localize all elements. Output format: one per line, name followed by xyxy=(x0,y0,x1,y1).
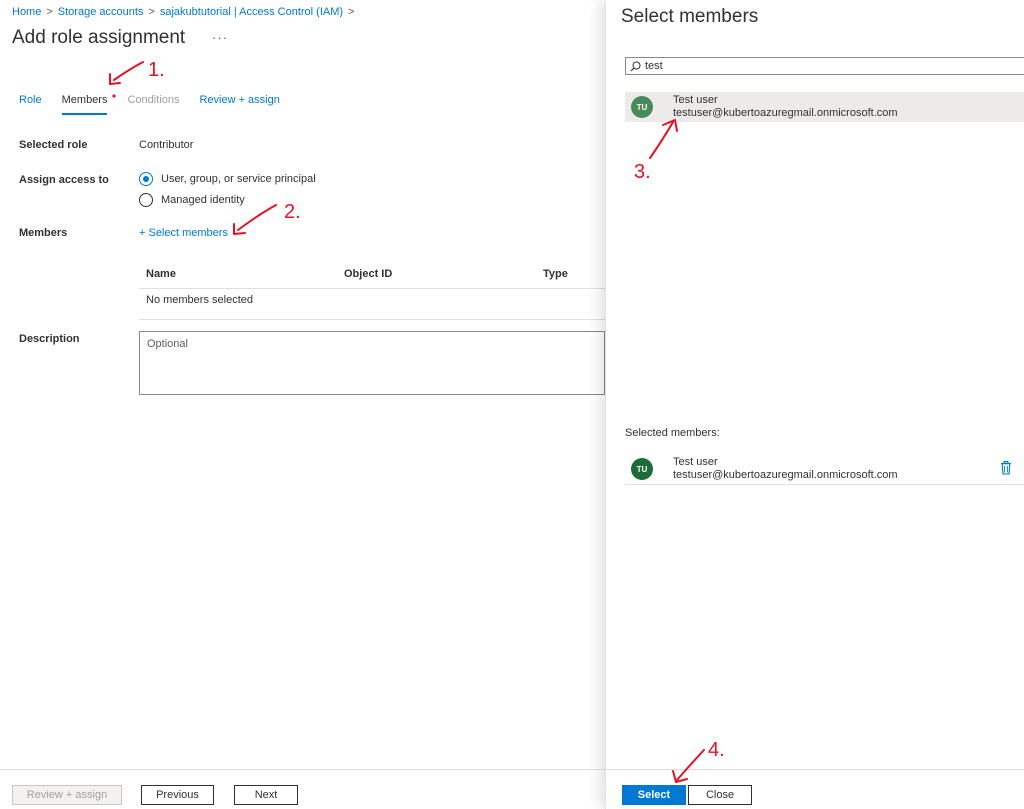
member-search-input[interactable] xyxy=(645,60,1005,72)
member-name: Test user xyxy=(673,94,718,106)
panel-footer-divider xyxy=(606,769,1024,770)
close-button[interactable]: Close xyxy=(688,785,752,805)
select-button[interactable]: Select xyxy=(622,785,686,805)
selected-members-label: Selected members: xyxy=(625,427,720,439)
members-label: Members xyxy=(19,227,68,239)
radio-unselected-icon[interactable] xyxy=(139,193,153,207)
member-email: testuser@kubertoazuregmail.onmicrosoft.c… xyxy=(673,107,898,119)
breadcrumb-iam[interactable]: sajakubtutorial | Access Control (IAM) xyxy=(160,6,343,18)
member-info: Test user testuser@kubertoazuregmail.onm… xyxy=(673,94,898,120)
panel-title: Select members xyxy=(621,6,759,27)
annotation-arrowhead-1 xyxy=(109,73,121,85)
radio-user-group-sp[interactable]: User, group, or service principal xyxy=(139,172,316,186)
avatar: TU xyxy=(631,458,653,480)
chevron-right-icon: > xyxy=(348,6,355,18)
select-members-link[interactable]: + Select members xyxy=(139,227,228,239)
chevron-right-icon: > xyxy=(148,6,155,18)
tab-role[interactable]: Role xyxy=(19,94,42,115)
trash-icon[interactable] xyxy=(1000,461,1012,475)
review-assign-button[interactable]: Review + assign xyxy=(12,785,122,805)
tab-members[interactable]: Members xyxy=(61,94,108,115)
col-header-name: Name xyxy=(146,268,176,280)
description-label: Description xyxy=(19,333,80,345)
annotation-arrow-2 xyxy=(237,204,277,231)
chevron-right-icon: > xyxy=(46,6,53,18)
tab-review-assign[interactable]: Review + assign xyxy=(199,94,279,115)
description-field[interactable] xyxy=(139,331,605,395)
col-header-object-id: Object ID xyxy=(344,268,393,280)
footer-divider xyxy=(0,769,605,770)
tab-bar: Role Members Conditions Review + assign xyxy=(19,94,280,115)
selected-member-item: TU Test user testuser@kubertoazuregmail.… xyxy=(625,454,1024,484)
annotation-label-1: 1. xyxy=(148,59,165,81)
search-result-item[interactable]: TU Test user testuser@kubertoazuregmail.… xyxy=(625,92,1024,122)
col-header-type: Type xyxy=(543,268,568,280)
selected-role-label: Selected role xyxy=(19,139,88,151)
breadcrumb-home[interactable]: Home xyxy=(12,6,41,18)
avatar: TU xyxy=(631,96,653,118)
radio-selected-icon[interactable] xyxy=(139,172,153,186)
breadcrumb-storage-accounts[interactable]: Storage accounts xyxy=(58,6,144,18)
annotation-arrow-1 xyxy=(113,61,144,81)
selected-role-value: Contributor xyxy=(139,139,194,151)
page-title: Add role assignment xyxy=(12,27,186,48)
breadcrumb: Home > Storage accounts > sajakubtutorial | … xyxy=(12,6,359,18)
radio-managed-identity[interactable]: Managed identity xyxy=(139,193,245,207)
member-name: Test user xyxy=(673,456,718,468)
radio-label: User, group, or service principal xyxy=(161,173,316,185)
tab-conditions: Conditions xyxy=(127,94,180,106)
divider xyxy=(139,319,605,320)
previous-button[interactable]: Previous xyxy=(141,785,214,805)
annotation-arrowhead-2 xyxy=(233,223,246,235)
divider xyxy=(139,288,605,289)
description-input[interactable] xyxy=(147,338,597,388)
table-empty-message: No members selected xyxy=(146,294,253,306)
radio-label: Managed identity xyxy=(161,194,245,206)
divider xyxy=(625,484,1024,485)
member-info: Test user testuser@kubertoazuregmail.onm… xyxy=(673,456,898,482)
next-button[interactable]: Next xyxy=(234,785,298,805)
search-icon xyxy=(630,61,641,71)
member-email: testuser@kubertoazuregmail.onmicrosoft.c… xyxy=(673,469,898,481)
select-members-panel: Select members TU Test user testuser@kub… xyxy=(605,0,1024,809)
more-icon[interactable]: ··· xyxy=(212,30,228,45)
annotation-label-2: 2. xyxy=(284,201,301,223)
assign-access-label: Assign access to xyxy=(19,174,109,186)
member-search-box[interactable] xyxy=(625,57,1024,75)
